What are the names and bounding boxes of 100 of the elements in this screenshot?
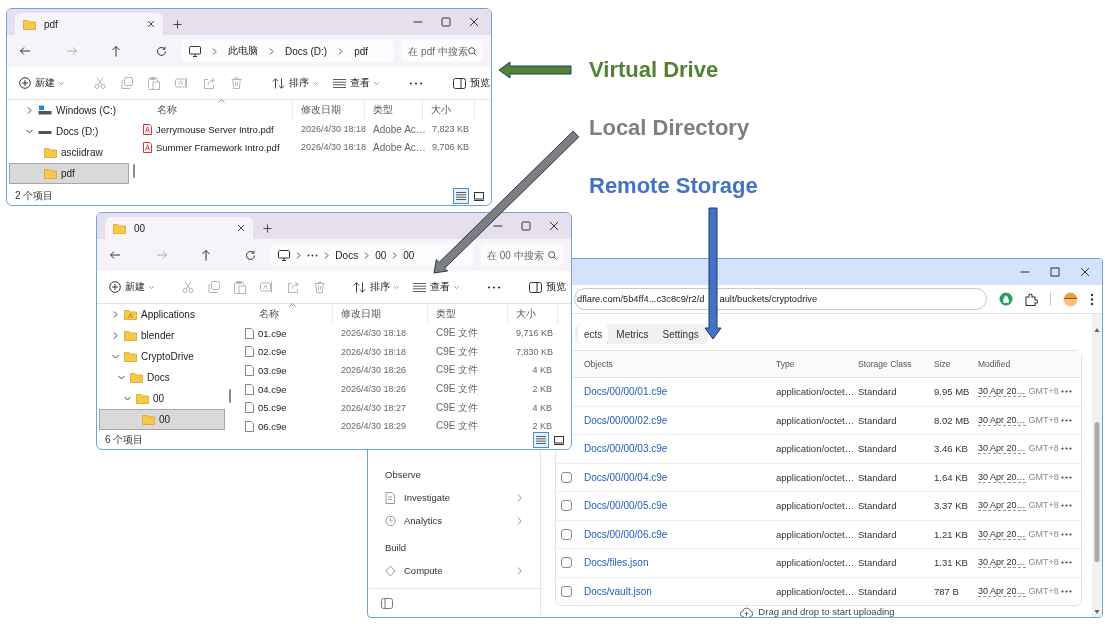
column-header[interactable]: Type — [776, 359, 858, 369]
up-arrow-icon[interactable] — [111, 45, 122, 57]
object-link[interactable]: Docs/vault.json — [584, 585, 652, 597]
cut-icon[interactable] — [94, 77, 106, 89]
paste-icon[interactable] — [234, 280, 246, 294]
close-icon[interactable] — [549, 221, 559, 231]
sidebar-item[interactable]: Analytics — [368, 509, 540, 532]
sort-button[interactable]: 排序 — [353, 280, 399, 294]
more-icon[interactable] — [1061, 475, 1072, 479]
new-button[interactable]: 新建 — [19, 76, 64, 90]
column-header[interactable]: 类型 — [428, 304, 508, 324]
file-name[interactable]: 03.c9e — [258, 365, 287, 376]
refresh-icon[interactable] — [245, 249, 257, 261]
collapse-chevron-icon[interactable] — [111, 353, 119, 360]
nav-tree-item[interactable]: 00 — [99, 409, 225, 430]
checkbox[interactable] — [561, 585, 572, 597]
collapse-chevron-icon[interactable] — [123, 395, 131, 402]
plus-icon[interactable] — [173, 20, 182, 29]
paste-icon[interactable] — [148, 76, 160, 90]
object-link[interactable]: Docs/files.json — [584, 557, 649, 569]
expand-chevron-icon[interactable] — [111, 332, 119, 339]
view-button[interactable]: 查看 — [413, 280, 459, 294]
column-header[interactable]: Storage Class — [858, 359, 934, 369]
column-header[interactable]: 大小 — [508, 304, 558, 324]
close-icon[interactable] — [237, 224, 245, 232]
checkbox[interactable] — [561, 500, 572, 512]
nav-tree-item[interactable]: Docs (D:) — [9, 121, 129, 142]
tab[interactable]: Settings — [656, 324, 705, 344]
share-icon[interactable] — [203, 77, 216, 89]
file-name[interactable]: Jerrymouse Server Intro.pdf — [156, 123, 274, 135]
nav-tree-item[interactable]: 00 — [99, 388, 225, 409]
column-header[interactable]: 类型 — [365, 100, 423, 120]
column-header[interactable]: Modified — [978, 359, 1061, 369]
close-icon[interactable] — [469, 17, 479, 27]
sidebar-item[interactable]: Investigate — [368, 486, 540, 509]
up-arrow-icon[interactable] — [200, 249, 211, 261]
menu-icon[interactable] — [1090, 292, 1094, 306]
file-name[interactable]: 06.c9e — [258, 420, 287, 432]
checkbox[interactable] — [561, 557, 572, 569]
delete-icon[interactable] — [231, 77, 242, 89]
scrollbar-thumb[interactable] — [229, 389, 231, 403]
preview-button[interactable]: 预览 — [529, 280, 566, 294]
more-icon[interactable] — [1061, 504, 1072, 508]
object-link[interactable]: Docs/00/00/01.c9e — [584, 386, 668, 398]
object-link[interactable]: Docs/00/00/02.c9e — [584, 414, 668, 426]
file-name[interactable]: 05.c9e — [258, 402, 287, 414]
scrollbar[interactable] — [1092, 314, 1102, 617]
column-header[interactable]: Size — [934, 359, 978, 369]
more-icon[interactable] — [1061, 418, 1072, 422]
more-icon[interactable] — [1061, 390, 1072, 394]
search-field[interactable]: 在 pdf 中搜索 — [402, 40, 483, 62]
back-arrow-icon[interactable] — [109, 250, 121, 260]
collapse-chevron-icon[interactable] — [117, 374, 125, 381]
checkbox[interactable] — [561, 471, 572, 483]
sidebar-toggle-icon[interactable] — [381, 597, 393, 609]
back-arrow-icon[interactable] — [19, 46, 31, 56]
column-header[interactable]: 名称 — [143, 100, 293, 120]
preview-button[interactable]: 预览 — [453, 76, 490, 90]
object-link[interactable]: Docs/00/00/03.c9e — [584, 443, 668, 455]
avatar-icon[interactable] — [1063, 291, 1078, 307]
puzzle-icon[interactable] — [1025, 292, 1038, 306]
close-icon[interactable] — [1080, 267, 1090, 277]
file-name[interactable]: 04.c9e — [258, 383, 287, 395]
sort-button[interactable]: 排序 — [272, 76, 318, 90]
more-icon[interactable] — [487, 285, 501, 289]
copy-icon[interactable] — [208, 281, 220, 293]
new-button[interactable]: 新建 — [109, 280, 154, 294]
nav-tree-item[interactable]: blender — [99, 325, 225, 346]
breadcrumb-item[interactable]: Docs (D:) — [284, 45, 328, 57]
details-view-button[interactable] — [453, 188, 469, 204]
copy-icon[interactable] — [121, 77, 133, 89]
more-icon[interactable] — [409, 81, 423, 85]
rename-icon[interactable] — [175, 77, 188, 89]
breadcrumb-item[interactable]: 00 — [403, 249, 415, 261]
sidebar-item[interactable]: Compute — [368, 559, 540, 582]
nav-tree-item[interactable]: Applications — [99, 304, 225, 325]
scrollbar-thumb[interactable] — [133, 164, 135, 178]
column-header[interactable]: 修改日期 — [333, 304, 428, 324]
breadcrumb-item[interactable]: pdf — [354, 45, 369, 57]
nav-tree-item[interactable]: asciidraw — [9, 142, 129, 163]
share-icon[interactable] — [287, 281, 300, 293]
file-name[interactable]: 01.c9e — [258, 327, 287, 339]
rename-icon[interactable] — [260, 281, 273, 293]
file-name[interactable]: Summer Framework Intro.pdf — [156, 141, 280, 153]
nav-tree-item[interactable]: Docs — [99, 367, 225, 388]
breadcrumb-item[interactable]: 此电脑 — [227, 44, 258, 58]
more-icon[interactable] — [1061, 447, 1072, 451]
more-icon[interactable] — [307, 253, 319, 257]
column-header[interactable]: Objects — [584, 359, 776, 369]
expand-chevron-icon[interactable] — [111, 311, 119, 318]
more-icon[interactable] — [1061, 561, 1072, 565]
window-tab[interactable]: 00 — [105, 217, 253, 239]
collapse-chevron-icon[interactable] — [25, 128, 33, 135]
refresh-icon[interactable] — [155, 45, 167, 57]
checkbox[interactable] — [561, 528, 572, 540]
maximize-icon[interactable] — [521, 221, 531, 231]
object-link[interactable]: Docs/00/00/06.c9e — [584, 528, 668, 540]
expand-chevron-icon[interactable] — [25, 107, 33, 114]
column-header[interactable]: 大小 — [423, 100, 475, 120]
object-link[interactable]: Docs/00/00/04.c9e — [584, 471, 668, 483]
